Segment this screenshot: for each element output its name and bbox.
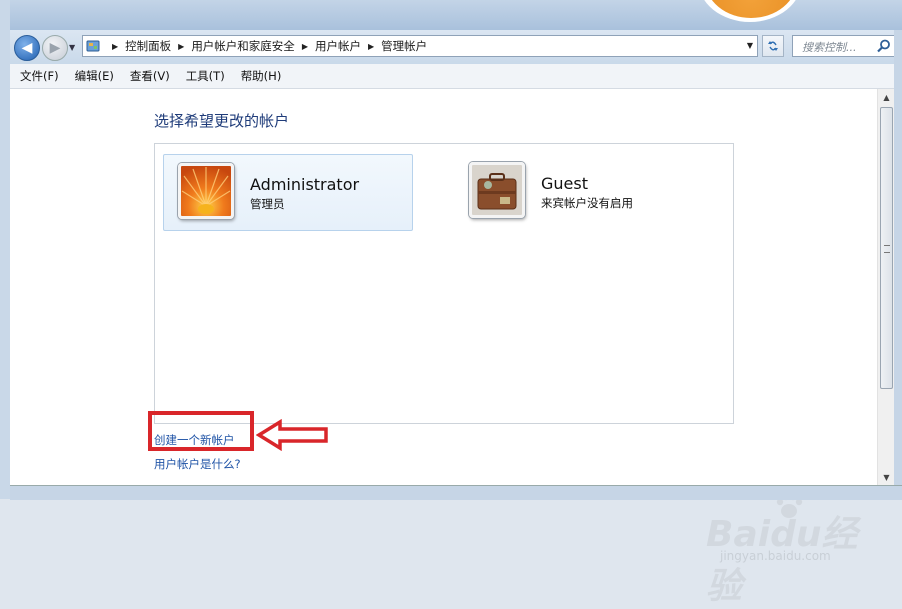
refresh-icon: [768, 41, 778, 51]
window-right-border: [894, 30, 902, 499]
scroll-down-icon[interactable]: ▼: [878, 469, 895, 485]
menu-help[interactable]: 帮助(H): [241, 68, 282, 84]
account-role: 来宾帐户没有启用: [541, 196, 633, 210]
breadcrumb-manage-accounts[interactable]: 管理帐户: [381, 38, 427, 54]
menu-file[interactable]: 文件(F): [20, 68, 59, 84]
vertical-scrollbar[interactable]: ▲ ▼: [877, 89, 895, 485]
accounts-panel: Administrator 管理员 Guest 来宾帐户没有启用: [154, 143, 734, 424]
breadcrumb-control-panel[interactable]: 控制面板: [125, 38, 171, 54]
briefcase-picture-icon: [469, 162, 525, 218]
breadcrumb-separator-icon[interactable]: ▶: [112, 42, 118, 51]
breadcrumb-separator-icon[interactable]: ▶: [178, 42, 184, 51]
account-name: Guest: [541, 174, 588, 193]
watermark: Baidu经验 jingyan.baidu.com: [682, 491, 892, 607]
annotation-highlight-box: [148, 411, 254, 451]
search-input[interactable]: 搜索控制...: [802, 39, 857, 55]
window-bottom-border: [10, 485, 902, 500]
orange-flower-picture-icon: [178, 163, 234, 219]
back-button[interactable]: ◀: [14, 35, 40, 61]
page-title: 选择希望更改的帐户: [154, 112, 290, 130]
breadcrumb: ▶ 控制面板 ▶ 用户帐户和家庭安全 ▶ 用户帐户 ▶ 管理帐户: [105, 36, 427, 56]
forward-button[interactable]: ▶: [42, 35, 68, 61]
account-tile-administrator[interactable]: Administrator 管理员: [163, 154, 413, 231]
breadcrumb-separator-icon[interactable]: ▶: [368, 42, 374, 51]
main-content: 选择希望更改的帐户 Administrator 管理员 Guest 来宾帐户没有…: [10, 89, 877, 607]
control-panel-icon: [86, 40, 100, 52]
recent-pages-dropdown-icon[interactable]: ▼: [69, 43, 75, 52]
menu-bar: 文件(F) 编辑(E) 查看(V) 工具(T) 帮助(H): [10, 64, 902, 89]
watermark-sub-text: jingyan.baidu.com: [720, 549, 831, 563]
breadcrumb-user-accounts-family-safety[interactable]: 用户帐户和家庭安全: [191, 38, 295, 54]
menu-tools[interactable]: 工具(T): [186, 68, 225, 84]
what-is-user-account-link[interactable]: 用户帐户是什么?: [154, 456, 241, 472]
account-name: Administrator: [250, 175, 360, 194]
address-dropdown-icon[interactable]: ▼: [747, 41, 753, 50]
scroll-thumb[interactable]: [880, 107, 893, 389]
breadcrumb-user-accounts[interactable]: 用户帐户: [315, 38, 361, 54]
scroll-up-icon[interactable]: ▲: [878, 89, 895, 105]
search-icon[interactable]: [877, 39, 891, 53]
account-tile-guest[interactable]: Guest 来宾帐户没有启用: [455, 154, 705, 231]
menu-view[interactable]: 查看(V): [130, 68, 170, 84]
grip-icon: [884, 245, 890, 253]
menu-edit[interactable]: 编辑(E): [75, 68, 114, 84]
navigation-bar: ◀ ▶ ▼ ▶ 控制面板 ▶ 用户帐户和家庭安全 ▶ 用户帐户 ▶ 管理帐户 ▼…: [10, 30, 902, 64]
annotation-arrow-icon: [256, 419, 328, 451]
address-bar[interactable]: ▶ 控制面板 ▶ 用户帐户和家庭安全 ▶ 用户帐户 ▶ 管理帐户 ▼: [82, 35, 758, 57]
refresh-button[interactable]: [762, 35, 784, 57]
search-box[interactable]: 搜索控制...: [792, 35, 896, 57]
breadcrumb-separator-icon[interactable]: ▶: [302, 42, 308, 51]
account-role: 管理员: [250, 197, 285, 211]
